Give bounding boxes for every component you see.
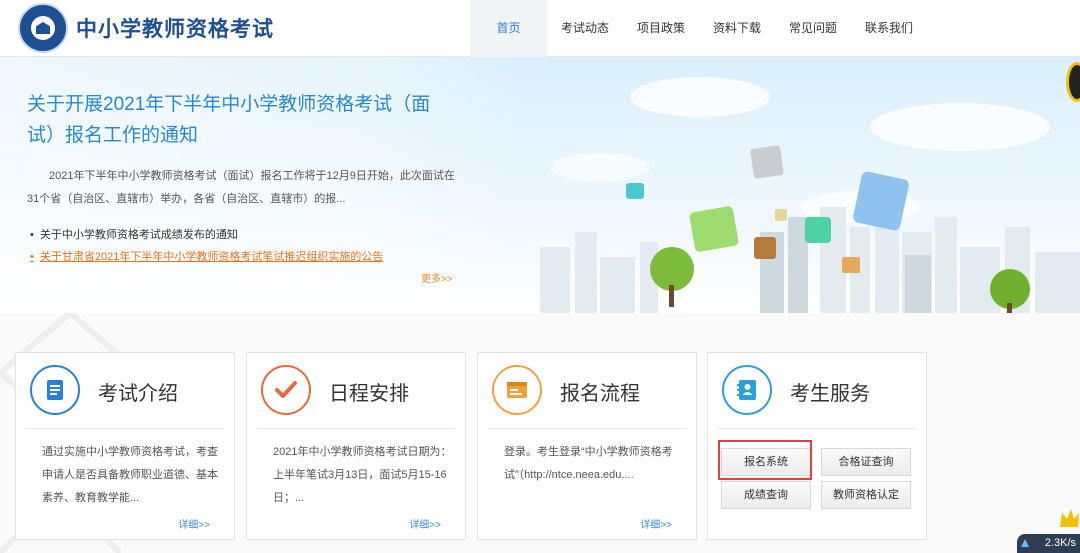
banner-description: 2021年下半年中小学教师资格考试（面试）报名工作将于12月9日开始，此次面试在… [27, 170, 455, 205]
contact-book-icon [722, 365, 772, 415]
crown-icon [1060, 509, 1079, 527]
card-schedule: 日程安排 2021年中小学教师资格考试日期为：上半年笔试3月13日，面试5月15… [246, 352, 466, 540]
card-registration-process: 报名流程 登录。考生登录“中小学教师资格考试”（http://ntce.neea… [477, 352, 697, 540]
news-link-highlighted[interactable]: 关于甘肃省2021年下半年中小学教师资格考试笔试推迟组织实施的公告 [30, 246, 383, 268]
banner: 关于开展2021年下半年中小学教师资格考试（面试）报名工作的通知 2021年下半… [0, 57, 1080, 313]
details-link[interactable]: 详细>> [640, 516, 672, 531]
site-header: 中小学教师资格考试 首页 考试动态 项目政策 资料下载 常见问题 联系我们 [0, 0, 1080, 57]
nav-exam-news[interactable]: 考试动态 [547, 0, 623, 57]
banner-headline[interactable]: 关于开展2021年下半年中小学教师资格考试（面试）报名工作的通知 [27, 89, 447, 151]
selection-highlight [718, 440, 812, 480]
site-title[interactable]: 中小学教师资格考试 [76, 13, 274, 43]
news-list: 关于中小学教师资格考试成绩发布的通知 关于甘肃省2021年下半年中小学教师资格考… [30, 224, 383, 268]
nav-downloads[interactable]: 资料下载 [699, 0, 775, 57]
card-title: 考试介绍 [98, 383, 178, 405]
checkmark-icon [261, 365, 311, 415]
certificate-query-button[interactable]: 合格证查询 [821, 448, 911, 476]
teacher-qualification-button[interactable]: 教师资格认定 [821, 481, 911, 509]
details-link[interactable]: 详细>> [409, 516, 441, 531]
form-icon [492, 365, 542, 415]
main-nav: 首页 考试动态 项目政策 资料下载 常见问题 联系我们 [470, 0, 927, 57]
card-exam-intro: 考试介绍 通过实施中小学教师资格考试，考查申请人是否具备教师职业道德、基本素养、… [15, 352, 235, 540]
card-title: 日程安排 [329, 383, 409, 405]
divider [26, 428, 224, 429]
more-news-link[interactable]: 更多>> [421, 270, 453, 285]
upload-arrow-icon [1021, 539, 1029, 547]
news-link[interactable]: 关于中小学教师资格考试成绩发布的通知 [30, 224, 383, 246]
nav-faq[interactable]: 常见问题 [775, 0, 851, 57]
details-link[interactable]: 详细>> [178, 516, 210, 531]
nav-policy[interactable]: 项目政策 [623, 0, 699, 57]
score-query-button[interactable]: 成绩查询 [721, 481, 811, 509]
divider [257, 428, 455, 429]
card-title: 报名流程 [560, 383, 640, 405]
nav-contact[interactable]: 联系我们 [851, 0, 927, 57]
card-title: 考生服务 [790, 383, 870, 405]
document-icon [30, 365, 80, 415]
card-summary: 登录。考生登录“中小学教师资格考试”（http://ntce.neea.edu.… [504, 446, 673, 481]
divider [718, 428, 916, 429]
card-summary: 2021年中小学教师资格考试日期为：上半年笔试3月13日，面试5月15-16日；… [273, 446, 452, 504]
nav-home[interactable]: 首页 [470, 0, 547, 57]
card-summary: 通过实施中小学教师资格考试，考查申请人是否具备教师职业道德、基本素养、教育教学能… [42, 446, 218, 504]
exam-emblem-icon[interactable] [18, 3, 68, 53]
divider [488, 428, 686, 429]
